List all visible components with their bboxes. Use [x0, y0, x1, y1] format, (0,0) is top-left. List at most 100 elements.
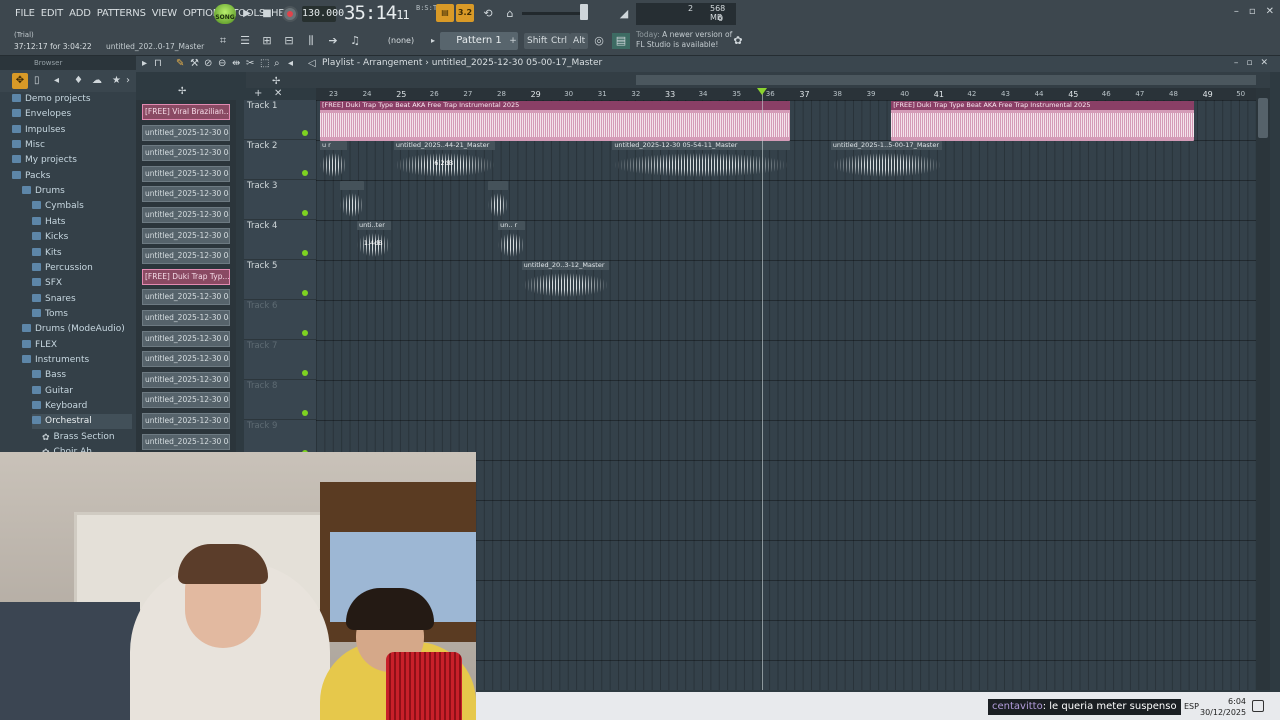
mixer-icon[interactable]: ⊟: [280, 31, 298, 51]
star-icon[interactable]: ★: [112, 75, 121, 86]
close-icon[interactable]: ✕: [1266, 6, 1274, 17]
track-header[interactable]: Track 5: [244, 260, 316, 300]
news-icon[interactable]: ▤: [612, 33, 630, 49]
zoom-tool-icon[interactable]: ⌕: [274, 58, 280, 69]
audio-clip[interactable]: [FREE] Duki Trap Type Beat AKA Free Trap…: [320, 101, 791, 141]
plus-icon[interactable]: +: [254, 88, 262, 99]
clip-source-item[interactable]: untitled_2025-12-30 04-: [142, 289, 230, 306]
record-button[interactable]: [282, 6, 298, 22]
clip-source-item[interactable]: untitled_2025-12-30 04-: [142, 145, 230, 162]
track-mute-led[interactable]: [302, 410, 308, 416]
track-mute-led[interactable]: [302, 130, 308, 136]
delete-tool-icon[interactable]: ⊘: [204, 58, 212, 69]
track-mute-led[interactable]: [302, 330, 308, 336]
browser-item[interactable]: Drums (ModeAudio): [22, 322, 125, 337]
audio-clip[interactable]: un.. r: [498, 221, 525, 261]
track-header[interactable]: Track 4: [244, 220, 316, 260]
add-track-icon[interactable]: ✢: [272, 76, 280, 87]
play-icon[interactable]: ▶: [238, 6, 256, 22]
master-volume-knob[interactable]: [580, 4, 588, 20]
clip-source-item[interactable]: untitled_2025-12-30 04-: [142, 310, 230, 326]
menu-edit[interactable]: EDIT: [38, 6, 66, 21]
back-icon[interactable]: ◁: [308, 58, 316, 69]
browser-item[interactable]: My projects: [12, 153, 77, 168]
browser-item[interactable]: Bass: [32, 368, 66, 383]
online-icon[interactable]: ◎: [590, 31, 608, 51]
metronome-icon[interactable]: ⌂: [502, 6, 518, 22]
slip-tool-icon[interactable]: ⇹: [232, 58, 240, 69]
stop-icon[interactable]: ■: [258, 6, 276, 22]
clip-source-item[interactable]: untitled_2025-12-30 04-: [142, 413, 230, 429]
language-indicator[interactable]: ESP: [1184, 702, 1199, 711]
browser-item[interactable]: SFX: [32, 276, 62, 291]
clip-source-item[interactable]: [FREE] Viral Brazilian...: [142, 104, 230, 120]
clip-source-item[interactable]: [FREE] Duki Trap Typ...: [142, 268, 230, 285]
browser-item[interactable]: Kicks: [32, 230, 68, 245]
clip-source-item[interactable]: untitled_2025-12-30 04-: [142, 392, 230, 409]
select-tool-icon[interactable]: ⬚: [260, 58, 269, 69]
minimize-icon[interactable]: –: [1234, 6, 1239, 17]
browser-item[interactable]: Guitar: [32, 384, 73, 399]
audio-clip[interactable]: untitled_20..3-12_Master: [521, 261, 609, 301]
magnet-icon[interactable]: ⊓: [154, 58, 162, 69]
plug-icon[interactable]: ♦: [74, 75, 83, 86]
track-mute-led[interactable]: [302, 250, 308, 256]
clip-source-item[interactable]: untitled_2025-12-30 04-: [142, 186, 230, 203]
audio-clip[interactable]: u r: [320, 141, 347, 181]
menu-patterns[interactable]: PATTERNS: [94, 6, 149, 21]
audio-clip[interactable]: [FREE] Duki Trap Type Beat AKA Free Trap…: [891, 101, 1194, 141]
browser-item[interactable]: Cymbals: [32, 199, 84, 214]
master-volume-track[interactable]: [522, 12, 588, 15]
track-mute-led[interactable]: [302, 170, 308, 176]
menu-add[interactable]: ADD: [66, 6, 94, 21]
pan-icon[interactable]: ✢: [178, 86, 186, 97]
browser-item[interactable]: ✿ Brass Section: [42, 430, 115, 445]
plugin-icon[interactable]: ➔: [324, 31, 342, 51]
menu-file[interactable]: FILE: [12, 6, 38, 21]
browser-item[interactable]: Snares: [32, 292, 76, 307]
browser-item[interactable]: Drums: [22, 184, 65, 199]
browser-item[interactable]: Impulses: [12, 123, 65, 138]
draw-tool-icon[interactable]: ✎: [176, 58, 184, 69]
file-icon[interactable]: ▯: [34, 75, 40, 86]
browser-mode-icon[interactable]: ✥: [12, 73, 28, 89]
playlist-icon[interactable]: ⫼: [302, 31, 320, 51]
browser-item[interactable]: Keyboard: [32, 399, 87, 414]
browser-item[interactable]: Demo projects: [12, 92, 91, 107]
audio-clip[interactable]: unti..ter 1.4dB: [356, 221, 391, 261]
track-header[interactable]: Track 2: [244, 140, 316, 180]
clip-source-item[interactable]: untitled_2025-12-30 04-: [142, 351, 230, 368]
paint-tool-icon[interactable]: ⚒: [190, 58, 199, 69]
playback-tool-icon[interactable]: ◂: [288, 58, 293, 69]
clip-source-item[interactable]: untitled_2025-12-30 04-: [142, 165, 230, 182]
pattern-none-select[interactable]: (none): [378, 33, 424, 49]
tempo-display[interactable]: 130.000: [302, 6, 344, 22]
gear-icon[interactable]: ✿: [730, 31, 746, 51]
shift-button[interactable]: Shift: [524, 33, 551, 49]
track-header[interactable]: Track 3: [244, 180, 316, 220]
browser-item[interactable]: Instruments: [22, 353, 89, 368]
microphone-icon[interactable]: ♫: [346, 31, 364, 51]
track-header[interactable]: Track 8: [244, 380, 316, 420]
loop-record-icon[interactable]: ⟲: [480, 6, 496, 22]
song-mode-button[interactable]: SONG: [214, 4, 236, 24]
browser-item[interactable]: FLEX: [22, 338, 57, 353]
news-panel[interactable]: Today: A newer version of FL Studio is a…: [636, 30, 732, 50]
snap-icon[interactable]: ⌗: [214, 31, 232, 51]
audio-clip[interactable]: [340, 181, 364, 221]
browser-item[interactable]: Hats: [32, 215, 66, 230]
playlist-minimize-icon[interactable]: –: [1234, 58, 1239, 68]
maximize-icon[interactable]: ▫: [1249, 6, 1256, 17]
playhead[interactable]: [762, 88, 763, 690]
audio-clip[interactable]: untitled_2025..44-21_Master 6.2dB: [393, 141, 495, 181]
browser-item[interactable]: Orchestral: [32, 414, 132, 430]
audio-clip[interactable]: untitled_2025-12-30 05-54-11_Master: [612, 141, 791, 181]
ctrl-button[interactable]: Ctrl: [548, 33, 571, 49]
x-icon[interactable]: ✕: [274, 88, 282, 99]
playlist-maximize-icon[interactable]: ▫: [1246, 58, 1252, 68]
metronome-toggle[interactable]: 3.2: [456, 4, 474, 22]
playlist-arrow-icon[interactable]: ▸: [142, 58, 147, 69]
timeline-ruler[interactable]: [316, 88, 1256, 100]
overview-scroll-window[interactable]: [636, 75, 1256, 85]
vertical-scroll-thumb[interactable]: [1258, 98, 1268, 138]
